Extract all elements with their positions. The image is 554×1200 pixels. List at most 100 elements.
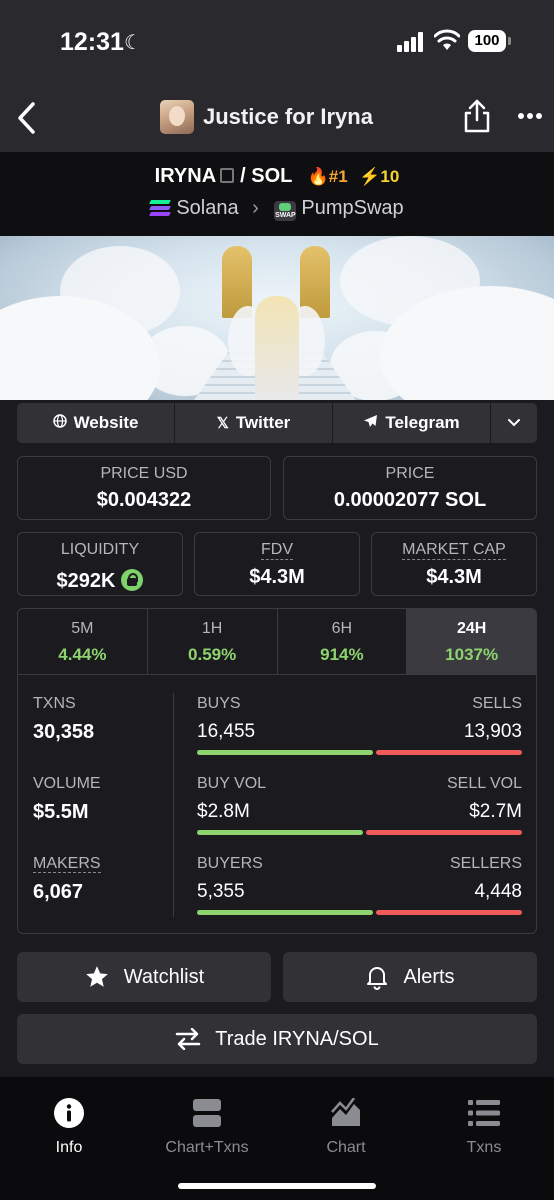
buys-value: 16,455 [197, 721, 256, 742]
market-cap-label[interactable]: MARKET CAP [402, 541, 506, 560]
chevron-right-icon: › [252, 197, 259, 219]
website-button[interactable]: Website [17, 403, 175, 443]
price-native-value: 0.00002077 SOL [333, 489, 487, 511]
pair-info: IRYNA / SOL 🔥#1 ⚡10 Solana › SWAP PumpSwap [0, 152, 554, 236]
back-chevron-icon[interactable] [8, 96, 48, 140]
tab-chart-txns-label: Chart+Txns [165, 1139, 249, 1156]
buyers-label: BUYERS [197, 855, 263, 872]
rank-value: #1 [328, 167, 348, 186]
copy-icon[interactable] [220, 168, 235, 183]
sellers-value: 4,448 [474, 881, 522, 902]
buy-sell-volume-bar [197, 830, 522, 835]
volume-stat: VOLUME $5.5M [33, 775, 101, 824]
telegram-icon [363, 414, 378, 432]
quote-symbol: / SOL [240, 165, 293, 187]
twitter-button[interactable]: 𝕏 Twitter [175, 403, 333, 443]
cellular-signal-icon [397, 32, 425, 52]
price-change: 914% [320, 645, 364, 664]
star-icon [85, 966, 108, 987]
txns-value: 30,358 [33, 721, 95, 743]
telegram-button[interactable]: Telegram [333, 403, 491, 443]
makers-label[interactable]: MAKERS [33, 855, 101, 873]
price-usd-label: PRICE USD [100, 465, 188, 482]
chain-link[interactable]: Solana [176, 197, 238, 219]
tab-chart-label: Chart [326, 1139, 366, 1156]
wifi-icon [434, 29, 460, 50]
tab-1h[interactable]: 1H 0.59% [148, 609, 278, 674]
tab-txns[interactable]: Txns [429, 1097, 539, 1157]
token-avatar [160, 100, 194, 134]
pumpswap-icon: SWAP [274, 201, 297, 221]
price-native-box: PRICE 0.00002077 SOL [283, 456, 537, 520]
tab-label: 6H [331, 620, 353, 637]
watchlist-button[interactable]: Watchlist [17, 952, 271, 1002]
tab-chart-txns[interactable]: Chart+Txns [152, 1097, 262, 1157]
tab-chart[interactable]: Chart [291, 1097, 401, 1157]
tab-label: 24H [456, 620, 487, 637]
swap-arrows-icon [176, 1028, 201, 1050]
sells-value: 13,903 [463, 721, 522, 742]
tab-label: 1H [201, 620, 223, 637]
battery-icon: 100 [468, 30, 511, 52]
tab-5m[interactable]: 5M 4.44% [18, 609, 148, 674]
watchlist-label: Watchlist [123, 965, 205, 988]
status-time: 12:31 [60, 28, 124, 56]
price-change: 0.59% [188, 645, 237, 664]
price-usd-value: $0.004322 [96, 489, 192, 511]
price-label: PRICE [385, 465, 435, 482]
lock-icon[interactable] [121, 569, 144, 591]
tab-label: 5M [71, 620, 94, 637]
tab-txns-label: Txns [466, 1139, 502, 1156]
trending-rank[interactable]: 🔥#1 [308, 167, 348, 186]
fire-icon: 🔥 [307, 167, 329, 186]
globe-icon [52, 414, 67, 432]
bottom-tab-bar: Info Chart+Txns Chart Txns [0, 1077, 554, 1200]
solana-icon [149, 200, 172, 216]
info-icon [54, 1098, 84, 1128]
trade-label: Trade IRYNA/SOL [215, 1027, 379, 1050]
buy-vol-label: BUY VOL [197, 775, 267, 792]
tab-6h[interactable]: 6H 914% [278, 609, 408, 674]
tab-info[interactable]: Info [14, 1097, 124, 1157]
home-indicator[interactable] [178, 1183, 376, 1189]
boost-value: 10 [380, 167, 400, 186]
liquidity-label: LIQUIDITY [60, 541, 140, 558]
base-symbol: IRYNA [154, 165, 217, 187]
price-change: 4.44% [58, 645, 107, 664]
volume-value: $5.5M [33, 801, 89, 823]
boost-badge[interactable]: ⚡10 [359, 167, 399, 186]
tab-24h[interactable]: 24H 1037% [407, 609, 536, 674]
buy-vol-value: $2.8M [197, 801, 250, 822]
lightning-icon: ⚡ [359, 167, 381, 186]
buys-label: BUYS [197, 695, 241, 712]
timeframe-tabs: 5M 4.44% 1H 0.59% 6H 914% 24H 1037% [18, 609, 536, 675]
dex-link[interactable]: PumpSwap [301, 197, 403, 219]
bell-icon [367, 967, 388, 990]
alerts-button[interactable]: Alerts [283, 952, 537, 1002]
trade-button[interactable]: Trade IRYNA/SOL [17, 1014, 537, 1064]
market-cap-box: MARKET CAP $4.3M [371, 532, 537, 596]
area-chart-icon [331, 1098, 360, 1126]
chevron-down-icon [508, 419, 520, 427]
market-cap-value: $4.3M [426, 566, 482, 588]
divider [173, 693, 174, 917]
sells-label: SELLS [472, 695, 522, 712]
split-icon [193, 1099, 221, 1127]
makers-value: 6,067 [33, 881, 84, 903]
moon-icon: ☾ [124, 32, 142, 54]
list-icon [468, 1100, 500, 1126]
fdv-label[interactable]: FDV [261, 541, 293, 560]
txn-stats-panel: 5M 4.44% 1H 0.59% 6H 914% 24H 1037% TXNS… [17, 608, 537, 934]
more-links-button[interactable] [491, 403, 537, 443]
page-title: Justice for Iryna [203, 104, 373, 129]
nav-header: Justice for Iryna [0, 84, 554, 152]
sellers-label: SELLERS [449, 855, 522, 872]
social-links: Website 𝕏 Twitter Telegram [17, 403, 537, 443]
share-icon[interactable] [462, 98, 492, 134]
alerts-label: Alerts [403, 965, 455, 988]
x-icon: 𝕏 [216, 415, 229, 432]
txns-label: TXNS [33, 695, 76, 712]
sell-vol-label: SELL VOL [446, 775, 522, 792]
liquidity-box: LIQUIDITY $292K [17, 532, 183, 596]
more-options-icon[interactable] [516, 106, 546, 126]
